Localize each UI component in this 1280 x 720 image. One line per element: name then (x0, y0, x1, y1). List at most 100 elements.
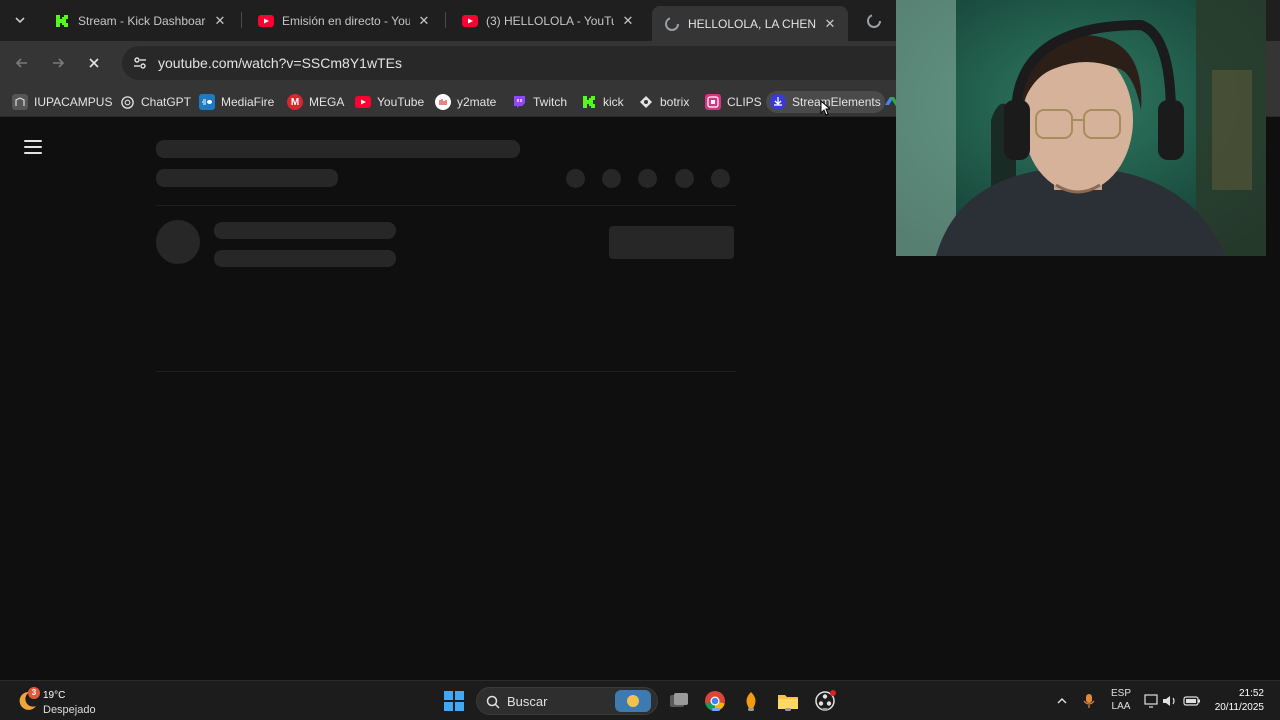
bookmark-label: IUPACAMPUS (34, 95, 113, 109)
bookmark-label: CLIPS (727, 95, 762, 109)
weather-widget[interactable]: 3 19°C Despejado (16, 685, 126, 717)
tab-hellolola-youtube[interactable]: (3) HELLOLOLA - YouTube ✕ (450, 6, 646, 35)
action-skeleton (675, 169, 694, 188)
language-code: ESP (1110, 688, 1131, 699)
screen: Stream - Kick Dashboard ✕ Emisión en dir… (0, 0, 1280, 720)
close-icon[interactable]: ✕ (620, 13, 636, 29)
bookmark-mediafire[interactable]: MediaFire (195, 91, 278, 113)
streamelements-icon (770, 94, 786, 110)
hamburger-menu-icon[interactable] (24, 140, 42, 154)
chrome-taskbar-button[interactable] (703, 689, 727, 713)
forward-button[interactable] (46, 51, 70, 75)
close-icon[interactable]: ✕ (416, 13, 432, 29)
microphone-icon (1083, 694, 1095, 708)
botrix-icon (638, 94, 654, 110)
tab-partial[interactable]: H (854, 6, 896, 35)
bookmark-botrix[interactable]: botrix (634, 91, 693, 113)
tab-active-hellolola[interactable]: HELLOLOLA, LA CHENNY- ✕ (652, 6, 848, 41)
youtube-icon (355, 94, 371, 110)
subscribe-skeleton (609, 226, 734, 259)
tab-search-button[interactable] (8, 8, 32, 32)
action-skeleton (566, 169, 585, 188)
action-skeleton (711, 169, 730, 188)
chatgpt-icon (119, 94, 135, 110)
bookmark-chatgpt[interactable]: ChatGPT (115, 91, 195, 113)
loading-icon (664, 16, 680, 32)
action-skeleton (638, 169, 657, 188)
battery-icon (1183, 696, 1200, 706)
battery-tray[interactable] (1180, 689, 1204, 713)
language-indicator[interactable]: ESP LAA (1108, 687, 1134, 713)
divider (156, 205, 736, 206)
bookmark-kick[interactable]: kick (577, 91, 628, 113)
site-settings-icon[interactable] (132, 55, 148, 71)
task-view-icon (670, 693, 688, 707)
volume-icon (1163, 696, 1175, 706)
bookmark-y2mate[interactable]: y2mate (431, 91, 500, 113)
tab-title: HELLOLOLA, LA CHENNY- (688, 16, 816, 31)
url-text: youtube.com/watch?v=SSCm8Y1wTEs (158, 55, 402, 71)
close-icon[interactable]: ✕ (822, 16, 838, 32)
arrow-left-icon (15, 58, 27, 68)
tab-youtube-live[interactable]: Emisión en directo - YouTube ✕ (246, 6, 442, 35)
bookmark-label: ChatGPT (141, 95, 192, 109)
close-icon (89, 58, 99, 68)
search-highlight-icon (615, 690, 651, 712)
bookmark-partial[interactable] (884, 91, 896, 113)
y2mate-icon (435, 94, 451, 110)
keyboard-layout: LAA (1111, 701, 1131, 712)
obs-taskbar-button[interactable] (813, 689, 837, 713)
bookmark-label: Twitch (533, 95, 568, 109)
taskbar: 3 19°C Despejado Buscar ESP LAA 21:52 20… (0, 680, 1280, 720)
tab-separator (445, 12, 446, 28)
notification-badge: 3 (28, 687, 40, 699)
mega-icon: M (287, 94, 303, 110)
kick-icon (581, 94, 597, 110)
system-clock[interactable]: 21:52 20/11/2025 (1215, 687, 1264, 715)
start-button[interactable] (442, 689, 466, 713)
taskbar-search[interactable]: Buscar (476, 687, 658, 715)
divider (156, 371, 736, 372)
twitch-icon (511, 94, 527, 110)
bookmark-clips[interactable]: CLIPS (701, 91, 766, 113)
mediafire-icon (199, 94, 215, 110)
tab-separator (241, 12, 242, 28)
youtube-icon (258, 13, 274, 29)
channel-meta-skeleton (214, 250, 396, 267)
tab-kick-dashboard[interactable]: Stream - Kick Dashboard ✕ (42, 6, 238, 35)
action-skeleton (602, 169, 621, 188)
close-icon[interactable]: ✕ (212, 13, 228, 29)
clock-date: 20/11/2025 (1214, 702, 1264, 713)
bookmark-label: MEGA (309, 95, 345, 109)
avatar-skeleton (156, 220, 200, 264)
bookmark-label: StreamElements (792, 95, 881, 109)
bookmark-label: YouTube (377, 95, 425, 109)
weather-condition: Despejado (43, 704, 96, 716)
tab-title: (3) HELLOLOLA - YouTube (486, 13, 614, 28)
back-button[interactable] (10, 51, 34, 75)
subtitle-skeleton (156, 169, 338, 187)
bookmark-mega[interactable]: M MEGA (283, 91, 348, 113)
volume-tray[interactable] (1158, 689, 1182, 713)
bookmark-label: y2mate (457, 95, 497, 109)
show-hidden-icons-button[interactable] (1050, 689, 1074, 713)
bookmark-label: kick (603, 95, 624, 109)
bookmark-twitch[interactable]: Twitch (507, 91, 571, 113)
mouse-cursor-icon (820, 100, 830, 116)
address-bar[interactable]: youtube.com/watch?v=SSCm8Y1wTEs (122, 46, 912, 80)
clips-icon (705, 94, 721, 110)
stop-button[interactable] (82, 51, 106, 75)
tab-title: Emisión en directo - YouTube (282, 13, 410, 28)
file-explorer-taskbar-button[interactable] (776, 689, 800, 713)
search-icon (486, 695, 500, 709)
chevron-down-icon (15, 17, 25, 24)
bookmark-youtube[interactable]: YouTube (351, 91, 428, 113)
arrow-right-icon (53, 58, 65, 68)
microphone-tray[interactable] (1077, 689, 1101, 713)
channel-name-skeleton (214, 222, 396, 239)
fl-studio-taskbar-button[interactable] (739, 689, 763, 713)
loading-icon (866, 13, 882, 29)
bookmark-iupacampus[interactable]: IUPACAMPUS (8, 91, 116, 113)
task-view-button[interactable] (667, 689, 691, 713)
bookmark-label: botrix (660, 95, 690, 109)
